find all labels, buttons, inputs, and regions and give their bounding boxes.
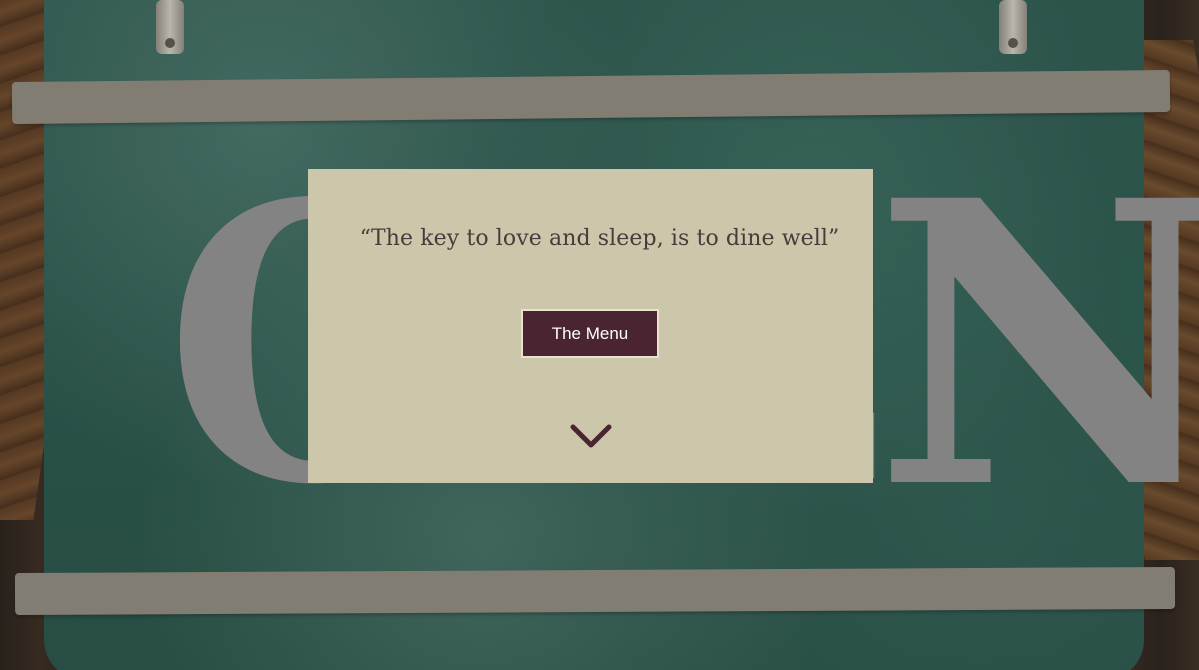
hero-quote: “The key to love and sleep, is to dine w… (359, 226, 840, 251)
chevron-down-icon[interactable] (570, 423, 612, 449)
menu-button[interactable]: The Menu (521, 309, 659, 358)
